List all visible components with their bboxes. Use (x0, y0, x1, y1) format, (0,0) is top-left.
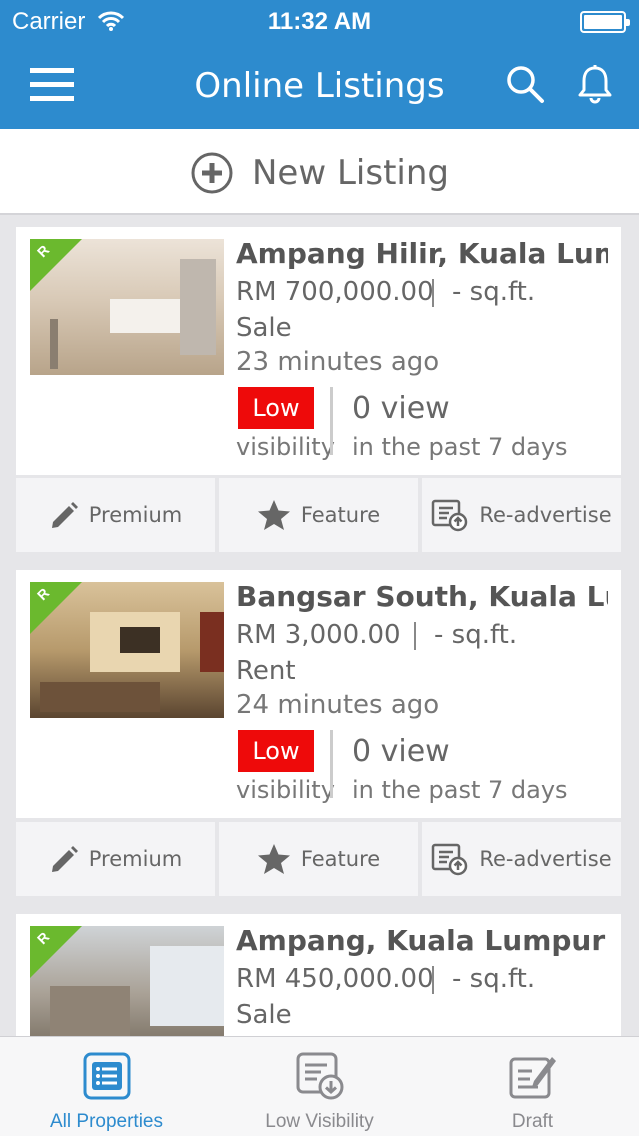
tab-label: Low Visibility (265, 1111, 374, 1132)
divider (432, 279, 434, 307)
visibility-badge: Low (238, 387, 314, 429)
listing-actions: Premium Feature Re-advertise (16, 478, 621, 552)
readvertise-button[interactable]: Re-advertise (422, 822, 621, 896)
bottom-tab-bar: All Properties Low Visibility Draft (0, 1036, 639, 1136)
star-icon (257, 844, 290, 874)
new-listing-button[interactable]: New Listing (0, 129, 639, 215)
divider (414, 622, 416, 650)
pencil-icon (51, 846, 78, 872)
property-photo: R (30, 582, 224, 718)
readvertise-label: Re-advertise (479, 503, 612, 527)
draft-icon (509, 1057, 556, 1099)
readvertise-icon (432, 499, 468, 532)
view-period: in the past 7 days (352, 433, 568, 461)
view-count: 0 view (352, 391, 450, 426)
listing-price: RM 450,000.00 (236, 964, 434, 994)
status-bar: Carrier 11:32 AM (0, 0, 639, 44)
view-count: 0 view (352, 734, 450, 769)
tab-label: Draft (511, 1111, 554, 1132)
list-icon (83, 1052, 130, 1100)
listing-actions: Premium Feature Re-advertise (16, 822, 621, 896)
visibility-label: visibility (236, 433, 335, 461)
pencil-icon (51, 502, 78, 528)
tab-draft[interactable]: Draft (426, 1037, 639, 1136)
visibility-badge: Low (238, 730, 314, 772)
search-icon[interactable] (505, 64, 545, 104)
premium-label: Premium (88, 503, 183, 527)
feature-label: Feature (300, 847, 381, 871)
tab-label: All Properties (50, 1111, 163, 1132)
listing-area: - sq.ft. (452, 964, 536, 994)
readvertise-label: Re-advertise (479, 847, 612, 871)
listing-type: Rent (236, 656, 296, 686)
divider (432, 966, 434, 994)
tab-all-properties[interactable]: All Properties (0, 1037, 213, 1136)
visibility-label: visibility (236, 776, 335, 804)
listing-title[interactable]: Bangsar South, Kuala Lu... (236, 580, 608, 613)
listing-area: - sq.ft. (434, 620, 518, 650)
divider (330, 387, 333, 455)
listing-title[interactable]: Ampang Hilir, Kuala Lum... (236, 237, 608, 270)
tab-low-visibility[interactable]: Low Visibility (213, 1037, 426, 1136)
listing-price: RM 3,000.00 (236, 620, 401, 650)
listing-type: Sale (236, 313, 292, 343)
feature-label: Feature (300, 503, 381, 527)
new-listing-label: New Listing (252, 153, 449, 193)
readvertise-icon (432, 843, 468, 876)
readvertise-button[interactable]: Re-advertise (422, 478, 621, 552)
premium-button[interactable]: Premium (16, 478, 215, 552)
view-period: in the past 7 days (352, 776, 568, 804)
top-bar: Carrier 11:32 AM Online Listings (0, 0, 639, 129)
listing-price: RM 700,000.00 (236, 277, 434, 307)
listing-title[interactable]: Ampang, Kuala Lumpur (236, 924, 608, 957)
plus-circle-icon (191, 152, 233, 194)
feature-button[interactable]: Feature (219, 478, 418, 552)
feature-button[interactable]: Feature (219, 822, 418, 896)
listing-time: 23 minutes ago (236, 347, 440, 377)
listing-time: 24 minutes ago (236, 690, 440, 720)
listing-area: - sq.ft. (452, 277, 536, 307)
premium-label: Premium (88, 847, 183, 871)
premium-button[interactable]: Premium (16, 822, 215, 896)
listing-card[interactable]: R Ampang Hilir, Kuala Lum... RM 700,000.… (16, 227, 621, 475)
listing-card[interactable]: R Bangsar South, Kuala Lu... RM 3,000.00… (16, 570, 621, 818)
clock: 11:32 AM (267, 8, 372, 35)
property-photo: R (30, 239, 224, 375)
low-visibility-icon (296, 1052, 343, 1100)
star-icon (257, 500, 290, 530)
battery-icon (580, 11, 630, 33)
divider (330, 730, 333, 798)
bell-icon[interactable] (576, 64, 614, 104)
listing-type: Sale (236, 1000, 292, 1030)
